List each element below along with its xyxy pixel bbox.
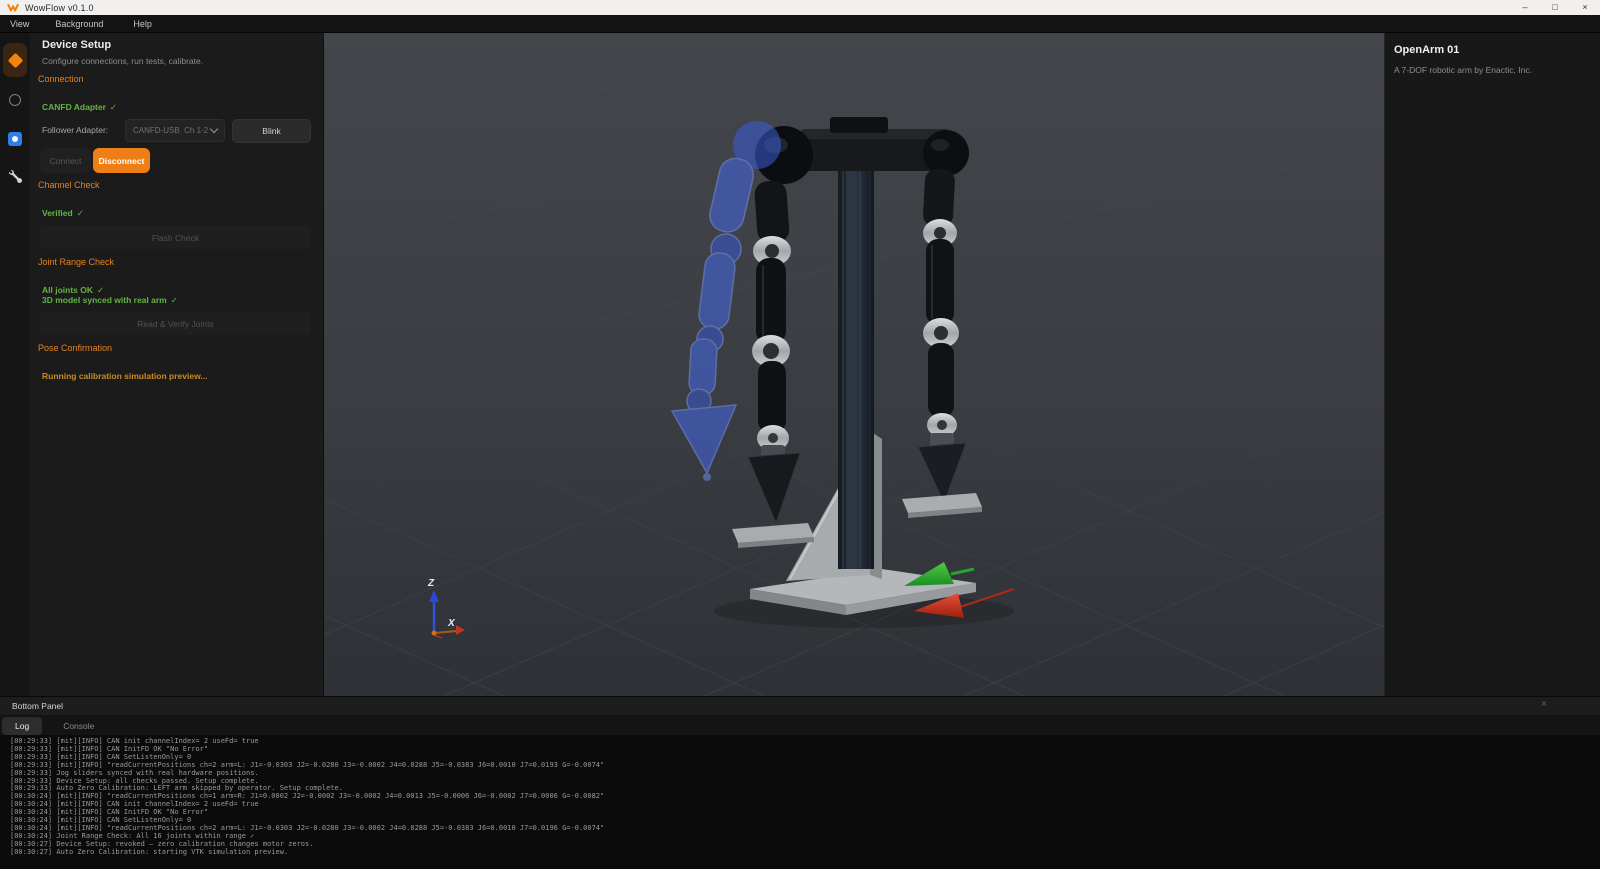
bottom-panel-title: Bottom Panel (12, 701, 64, 711)
maximize-button[interactable]: □ (1540, 0, 1570, 15)
close-button[interactable]: × (1570, 0, 1600, 15)
sidebar-item-monitor[interactable] (9, 94, 21, 106)
model-synced-label: 3D model synced with real arm (42, 295, 167, 305)
joints-ok-label: All joints OK (42, 285, 93, 295)
window-title: WowFlow v0.1.0 (25, 2, 94, 13)
flash-check-button[interactable]: Flash Check (40, 226, 311, 249)
connect-button[interactable]: Connect (40, 148, 91, 173)
section-pose-confirmation: Pose Confirmation (38, 343, 113, 353)
section-channel-check: Channel Check (38, 180, 100, 190)
robot-description: A 7-DOF robotic arm by Enactic, Inc. (1394, 65, 1532, 75)
log-line: [00:30:24] [mit][INFO] CAN init channelI… (10, 800, 259, 809)
section-connection: Connection (38, 74, 84, 84)
viewport-scene: Z X (324, 33, 1384, 696)
section-joint-range: Joint Range Check (38, 257, 115, 267)
blink-button[interactable]: Blink (232, 119, 311, 143)
axis-z-label: Z (427, 578, 435, 589)
disconnect-button[interactable]: Disconnect (93, 148, 150, 173)
menu-help[interactable]: Help (124, 19, 161, 29)
check-icon: ✓ (76, 208, 84, 218)
log-line: [00:29:33] [mit][INFO] CAN init channelI… (10, 737, 259, 745)
robot-name: OpenArm 01 (1394, 44, 1460, 56)
canfd-adapter-label: CANFD Adapter (42, 102, 106, 112)
canfd-adapter-status: CANFD Adapter ✓ (42, 102, 117, 113)
log-line: [00:29:33] [mit][INFO] CAN InitFD OK "No… (10, 744, 209, 753)
tab-log[interactable]: Log (2, 716, 43, 735)
wrench-icon (8, 169, 22, 183)
read-verify-joints-button[interactable]: Read & Verify Joints (40, 312, 311, 335)
3d-viewport[interactable]: Z X (324, 33, 1384, 696)
record-dot-icon (12, 136, 18, 142)
main-area: Device Setup Configure connections, run … (0, 33, 1600, 696)
verified-label: Verified (42, 208, 73, 218)
inspector-panel: OpenArm 01 A 7-DOF robotic arm by Enacti… (1384, 33, 1600, 696)
app-logo-icon (7, 2, 19, 13)
follower-adapter-value: CANFD-USB Ch 1-2 (133, 126, 209, 135)
bottom-panel-tabs: Log Console (0, 715, 1600, 735)
close-icon[interactable]: × (1541, 699, 1547, 710)
log-lines[interactable]: [00:29:33] [mit][INFO] CAN init channelI… (0, 735, 1600, 869)
menu-background[interactable]: Background (46, 19, 112, 29)
titlebar: WowFlow v0.1.0 – □ × (0, 0, 1600, 15)
tab-console[interactable]: Console (50, 717, 107, 735)
bottom-panel-header: Bottom Panel × (0, 696, 1600, 715)
verified-status: Verified ✓ (42, 208, 84, 219)
model-synced-status: 3D model synced with real arm ✓ (42, 295, 178, 306)
page-subtitle: Configure connections, run tests, calibr… (42, 56, 204, 66)
check-icon: ✓ (97, 285, 105, 295)
icon-sidebar (0, 33, 30, 696)
pose-status: Running calibration simulation preview..… (42, 371, 208, 381)
log-line: [00:30:27] Auto Zero Calibration: starti… (10, 847, 289, 856)
menu-view[interactable]: View (0, 19, 38, 29)
sidebar-item-record[interactable] (8, 132, 22, 146)
check-icon: ✓ (170, 295, 178, 305)
device-setup-panel: Device Setup Configure connections, run … (30, 33, 324, 696)
sidebar-item-tools[interactable] (8, 169, 22, 188)
chevron-down-icon (209, 124, 219, 134)
menubar: View Background Help (0, 15, 1600, 33)
window-controls: – □ × (1510, 0, 1600, 15)
minimize-button[interactable]: – (1510, 0, 1540, 15)
sidebar-item-device-setup[interactable] (3, 43, 27, 77)
follower-adapter-label: Follower Adapter: (42, 125, 109, 135)
page-title: Device Setup (42, 39, 112, 51)
check-icon: ✓ (109, 102, 118, 112)
log-line: [00:30:24] [mit][INFO] CAN InitFD OK "No… (10, 808, 209, 817)
axis-x-label: X (447, 618, 456, 629)
follower-adapter-select[interactable]: CANFD-USB Ch 1-2 (125, 119, 225, 142)
diamond-icon (7, 52, 23, 68)
